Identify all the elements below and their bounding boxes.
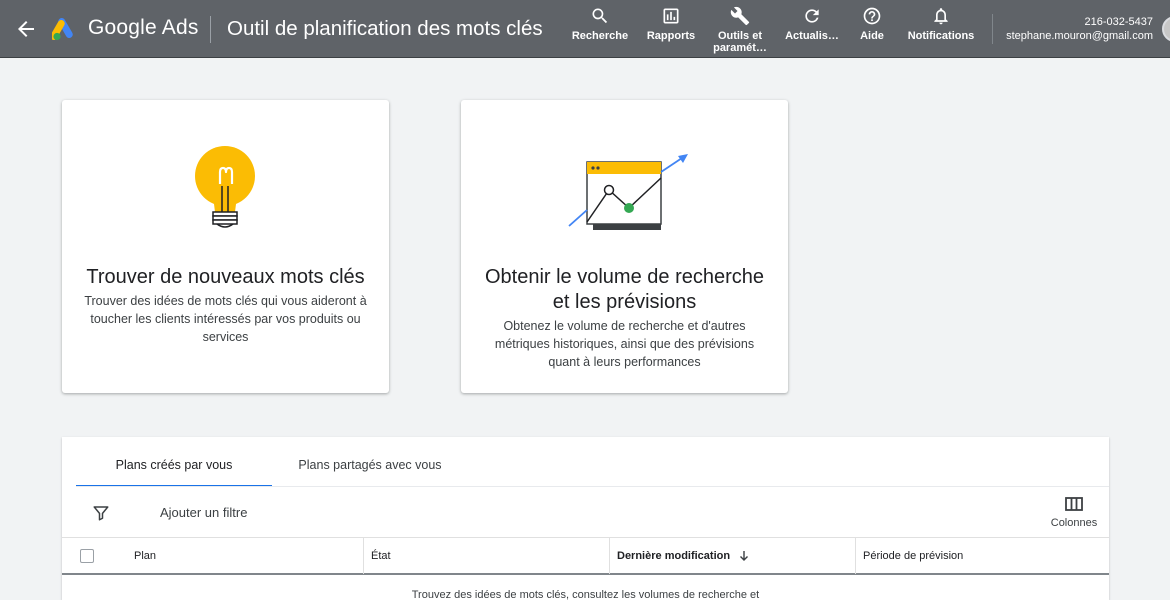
plans-panel: Plans créés par vous Plans partagés avec… bbox=[62, 437, 1109, 600]
nav-notifications-label: Notifications bbox=[907, 30, 975, 42]
tab-shared-with-you[interactable]: Plans partagés avec vous bbox=[272, 437, 468, 487]
nav-tools-button[interactable]: Outils et paramét… bbox=[712, 6, 768, 54]
reports-icon bbox=[663, 8, 679, 24]
search-volume-title: Obtenir le volume de recherche et les pr… bbox=[484, 266, 765, 313]
nav-help-button[interactable]: Aide bbox=[856, 6, 888, 42]
find-keywords-description: Trouver des idées de mots clés qui vous … bbox=[84, 294, 367, 344]
search-volume-card[interactable]: Obtenir le volume de recherche et les pr… bbox=[461, 100, 788, 393]
add-filter-button[interactable]: Ajouter un filtre bbox=[160, 505, 247, 520]
header-divider bbox=[210, 16, 211, 43]
column-header-last-modified[interactable]: Dernière modification bbox=[609, 538, 855, 574]
find-keywords-card[interactable]: Trouver de nouveaux mots clés Trouver de… bbox=[62, 100, 389, 393]
help-icon bbox=[863, 7, 881, 25]
wrench-icon bbox=[730, 6, 750, 26]
back-arrow-icon[interactable] bbox=[14, 17, 38, 41]
top-app-bar: Google Ads Outil de planification des mo… bbox=[0, 0, 1170, 58]
column-header-last-modified-label: Dernière modification bbox=[617, 550, 731, 562]
columns-label: Colonnes bbox=[1050, 517, 1098, 529]
account-email: stephane.mouron@gmail.com bbox=[1006, 30, 1153, 42]
nav-notifications-button[interactable]: Notifications bbox=[904, 6, 978, 42]
account-divider bbox=[992, 14, 993, 44]
nav-refresh-button[interactable]: Actualis… bbox=[782, 6, 842, 42]
nav-tools-label: Outils et paramét… bbox=[713, 30, 767, 54]
empty-table-message: Trouvez des idées de mots clés, consulte… bbox=[411, 589, 760, 600]
refresh-icon bbox=[805, 9, 819, 23]
select-all-checkbox[interactable] bbox=[80, 549, 94, 563]
brand-name[interactable]: Google Ads bbox=[88, 16, 199, 40]
nav-reports-button[interactable]: Rapports bbox=[644, 6, 698, 42]
table-header: Plan État Dernière modification Période … bbox=[62, 537, 1109, 575]
trend-chart-icon bbox=[568, 154, 688, 230]
avatar[interactable] bbox=[1162, 16, 1170, 42]
tabs-divider bbox=[76, 486, 1109, 487]
columns-icon bbox=[1065, 497, 1083, 511]
account-info[interactable]: 216-032-5437 stephane.mouron@gmail.com bbox=[1006, 15, 1153, 43]
tab-created-by-you[interactable]: Plans créés par vous bbox=[76, 437, 272, 487]
columns-button[interactable]: Colonnes bbox=[1048, 497, 1100, 529]
column-header-state[interactable]: État bbox=[363, 538, 609, 574]
search-icon bbox=[592, 8, 608, 24]
column-header-plan[interactable]: Plan bbox=[134, 538, 156, 574]
sort-descending-icon bbox=[740, 551, 749, 562]
search-volume-description: Obtenez le volume de recherche et d'autr… bbox=[494, 319, 755, 369]
nav-search-label: Recherche bbox=[571, 30, 629, 42]
column-header-forecast-period[interactable]: Période de prévision bbox=[855, 538, 1109, 574]
filter-icon[interactable] bbox=[92, 504, 110, 522]
nav-help-label: Aide bbox=[860, 30, 884, 42]
bell-icon bbox=[934, 8, 948, 25]
nav-search-button[interactable]: Recherche bbox=[571, 6, 629, 42]
account-id: 216-032-5437 bbox=[1084, 16, 1153, 28]
nav-refresh-label: Actualis… bbox=[785, 30, 839, 42]
lightbulb-icon bbox=[195, 146, 255, 228]
google-ads-logo-icon[interactable] bbox=[52, 17, 80, 41]
nav-reports-label: Rapports bbox=[646, 30, 696, 42]
page-title: Outil de planification des mots clés bbox=[227, 17, 543, 40]
find-keywords-title: Trouver de nouveaux mots clés bbox=[86, 266, 365, 288]
